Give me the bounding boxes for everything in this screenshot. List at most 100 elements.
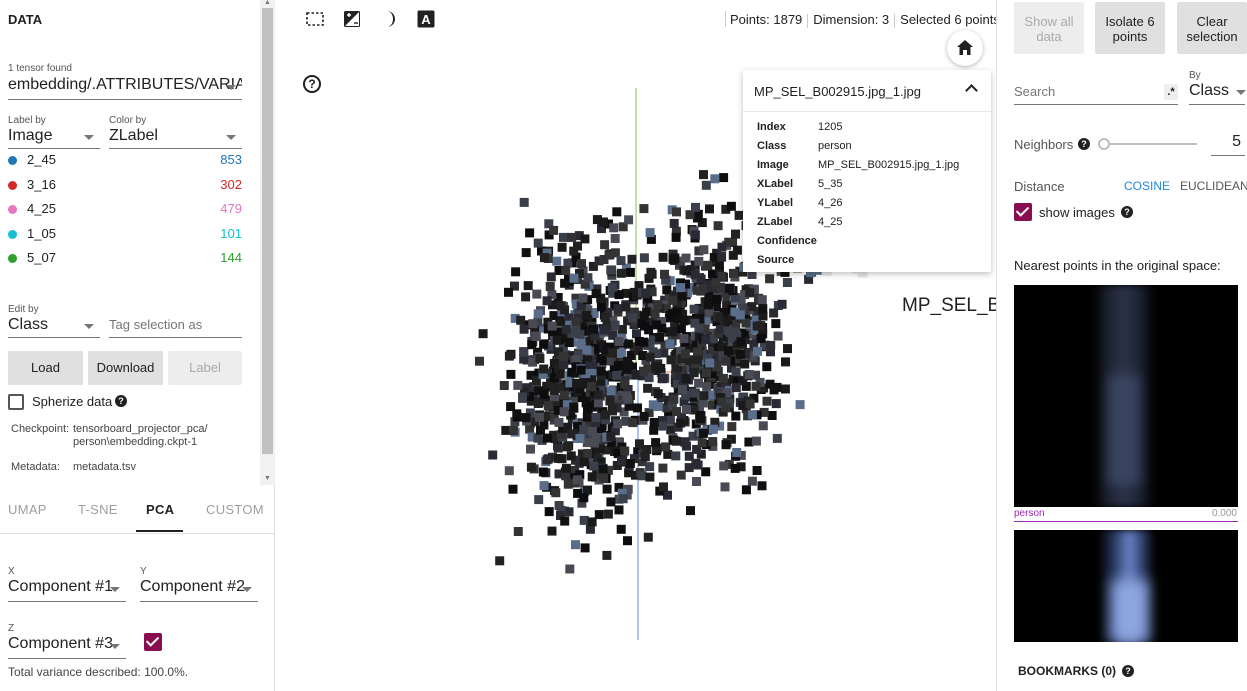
point-thumbnail[interactable] bbox=[606, 386, 616, 396]
point-thumbnail[interactable] bbox=[542, 455, 552, 465]
point-thumbnail[interactable] bbox=[740, 359, 750, 369]
point-thumbnail[interactable] bbox=[699, 170, 708, 180]
point-thumbnail[interactable] bbox=[602, 484, 612, 494]
point-thumbnail[interactable] bbox=[534, 412, 544, 422]
point-thumbnail[interactable] bbox=[642, 307, 652, 317]
point-thumbnail[interactable] bbox=[475, 356, 484, 366]
point-thumbnail[interactable] bbox=[653, 389, 663, 399]
point-thumbnail[interactable] bbox=[694, 378, 704, 388]
point-thumbnail[interactable] bbox=[731, 411, 741, 421]
point-thumbnail[interactable] bbox=[614, 337, 624, 346]
point-thumbnail[interactable] bbox=[661, 442, 671, 452]
point-thumbnail[interactable] bbox=[744, 370, 754, 379]
point-thumbnail[interactable] bbox=[539, 389, 549, 399]
point-thumbnail[interactable] bbox=[751, 381, 761, 391]
point-thumbnail[interactable] bbox=[699, 245, 709, 255]
point-thumbnail[interactable] bbox=[701, 335, 711, 345]
point-thumbnail[interactable] bbox=[561, 463, 571, 473]
tab-umap[interactable]: UMAP bbox=[8, 502, 47, 517]
moon-icon[interactable] bbox=[380, 10, 398, 28]
point-thumbnail[interactable] bbox=[692, 477, 701, 486]
point-thumbnail[interactable] bbox=[693, 347, 702, 357]
point-thumbnail[interactable] bbox=[676, 470, 686, 480]
point-thumbnail[interactable] bbox=[536, 425, 545, 435]
point-thumbnail[interactable] bbox=[610, 234, 620, 243]
point-thumbnail[interactable] bbox=[617, 456, 626, 466]
distance-cosine[interactable]: COSINE bbox=[1124, 179, 1170, 193]
point-thumbnail[interactable] bbox=[690, 230, 700, 240]
point-thumbnail[interactable] bbox=[519, 197, 529, 207]
point-thumbnail[interactable] bbox=[528, 319, 538, 329]
point-thumbnail[interactable] bbox=[682, 441, 691, 451]
point-thumbnail[interactable] bbox=[693, 355, 702, 365]
point-thumbnail[interactable] bbox=[513, 380, 523, 390]
neighbors-input[interactable]: 5 bbox=[1211, 133, 1245, 156]
point-thumbnail[interactable] bbox=[598, 464, 608, 474]
point-thumbnail[interactable] bbox=[771, 319, 781, 329]
point-thumbnail[interactable] bbox=[549, 225, 559, 235]
point-thumbnail[interactable] bbox=[523, 281, 533, 291]
point-thumbnail[interactable] bbox=[596, 302, 606, 312]
point-thumbnail[interactable] bbox=[513, 527, 523, 536]
point-thumbnail[interactable] bbox=[544, 507, 554, 517]
point-thumbnail[interactable] bbox=[663, 490, 672, 500]
point-thumbnail[interactable] bbox=[736, 349, 745, 359]
point-thumbnail[interactable] bbox=[557, 242, 567, 252]
point-thumbnail[interactable] bbox=[559, 360, 569, 370]
point-thumbnail[interactable] bbox=[632, 329, 641, 339]
point-thumbnail[interactable] bbox=[682, 266, 692, 276]
point-thumbnail[interactable] bbox=[732, 245, 742, 255]
show-images-checkbox[interactable] bbox=[1014, 203, 1032, 221]
point-thumbnail[interactable] bbox=[625, 267, 635, 277]
point-thumbnail[interactable] bbox=[587, 472, 597, 482]
point-thumbnail[interactable] bbox=[600, 325, 610, 335]
point-thumbnail[interactable] bbox=[571, 317, 581, 327]
point-thumbnail[interactable] bbox=[559, 407, 569, 417]
point-thumbnail[interactable] bbox=[555, 369, 565, 379]
point-thumbnail[interactable] bbox=[645, 228, 655, 238]
point-inspector-header[interactable]: MP_SEL_B002915.jpg_1.jpg bbox=[743, 70, 991, 112]
point-thumbnail[interactable] bbox=[717, 252, 727, 262]
point-thumbnail[interactable] bbox=[521, 292, 531, 302]
point-thumbnail[interactable] bbox=[671, 451, 681, 461]
point-thumbnail[interactable] bbox=[508, 426, 518, 435]
point-thumbnail[interactable] bbox=[745, 288, 755, 298]
point-thumbnail[interactable] bbox=[758, 304, 768, 314]
point-thumbnail[interactable] bbox=[640, 321, 649, 331]
point-thumbnail[interactable] bbox=[549, 386, 559, 396]
point-thumbnail[interactable] bbox=[756, 321, 766, 331]
point-thumbnail[interactable] bbox=[543, 401, 553, 411]
point-thumbnail[interactable] bbox=[719, 173, 729, 183]
pca-z-select[interactable]: Component #3 bbox=[8, 635, 126, 659]
point-thumbnail[interactable] bbox=[639, 366, 648, 376]
point-thumbnail[interactable] bbox=[624, 215, 634, 225]
point-thumbnail[interactable] bbox=[721, 440, 731, 450]
point-thumbnail[interactable] bbox=[653, 402, 663, 411]
night-mode-contrast-icon[interactable] bbox=[343, 10, 361, 28]
point-thumbnail[interactable] bbox=[546, 272, 556, 282]
point-thumbnail[interactable] bbox=[539, 364, 549, 374]
point-thumbnail[interactable] bbox=[539, 339, 549, 349]
point-thumbnail[interactable] bbox=[713, 221, 723, 231]
data-panel-scroll-thumb[interactable] bbox=[262, 8, 273, 454]
point-thumbnail[interactable] bbox=[593, 398, 603, 408]
point-thumbnail[interactable] bbox=[766, 340, 776, 350]
point-thumbnail[interactable] bbox=[639, 411, 649, 421]
point-thumbnail[interactable] bbox=[545, 281, 555, 291]
bookmarks-header[interactable]: BOOKMARKS (0) bbox=[1018, 664, 1116, 678]
point-thumbnail[interactable] bbox=[533, 399, 543, 408]
point-thumbnail[interactable] bbox=[720, 482, 730, 492]
point-thumbnail[interactable] bbox=[559, 390, 569, 400]
point-thumbnail[interactable] bbox=[727, 422, 737, 432]
nearest-point-1-label[interactable]: person bbox=[1014, 508, 1045, 519]
point-thumbnail[interactable] bbox=[610, 320, 620, 330]
point-thumbnail[interactable] bbox=[731, 229, 740, 239]
point-thumbnail[interactable] bbox=[655, 332, 665, 342]
point-thumbnail[interactable] bbox=[613, 419, 623, 429]
point-thumbnail[interactable] bbox=[539, 481, 549, 491]
point-thumbnail[interactable] bbox=[672, 207, 681, 217]
point-thumbnail[interactable] bbox=[613, 361, 623, 371]
point-thumbnail[interactable] bbox=[526, 444, 535, 454]
point-thumbnail[interactable] bbox=[690, 270, 700, 280]
bookmarks-help-icon[interactable]: ? bbox=[1122, 665, 1134, 677]
